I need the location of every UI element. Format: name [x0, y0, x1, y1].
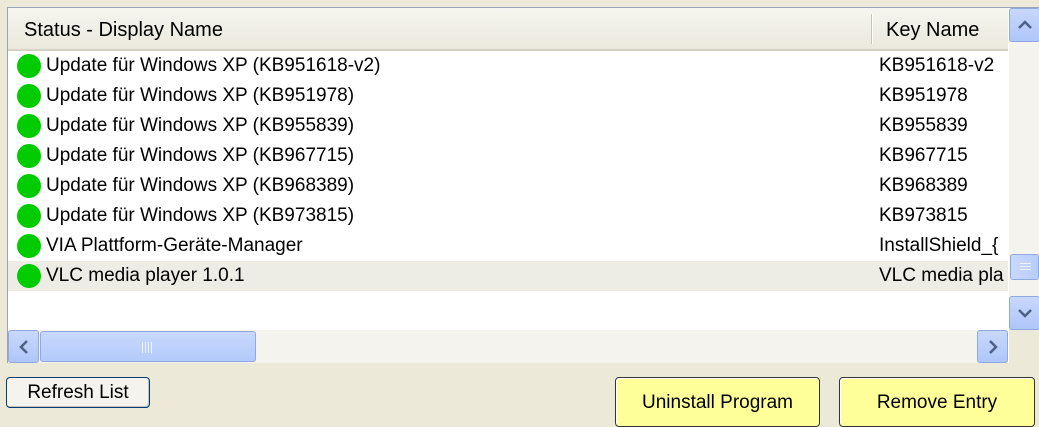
column-header-display-name[interactable]: Status - Display Name	[8, 8, 872, 49]
program-list[interactable]: Status - Display Name Key Name Update fü…	[7, 7, 1039, 363]
vertical-scroll-thumb[interactable]	[1010, 254, 1039, 280]
list-header: Status - Display Name Key Name	[8, 8, 1008, 51]
display-name-cell: Update für Windows XP (KB951618-v2)	[46, 55, 381, 76]
green-status-icon	[17, 174, 41, 198]
green-status-icon	[17, 144, 41, 168]
display-name-cell: Update für Windows XP (KB951978)	[46, 85, 355, 106]
chevron-up-icon	[1017, 20, 1032, 29]
display-name-cell: Update für Windows XP (KB955839)	[46, 115, 355, 136]
key-name-cell: InstallShield_{	[879, 235, 999, 256]
scroll-down-button[interactable]	[1009, 296, 1039, 330]
remove-entry-button[interactable]: Remove Entry	[839, 377, 1035, 427]
vertical-scrollbar[interactable]	[1009, 8, 1039, 330]
key-name-cell: VLC media pla	[879, 265, 1004, 286]
green-status-icon	[17, 204, 41, 228]
key-name-cell: KB951618-v2	[879, 55, 995, 76]
table-row[interactable]: Update für Windows XP (KB973815) KB97381…	[8, 201, 1008, 231]
chevron-left-icon	[18, 339, 28, 354]
grip-line	[151, 342, 152, 353]
green-status-icon	[17, 234, 41, 258]
grip-line	[145, 342, 146, 353]
display-name-cell: Update für Windows XP (KB973815)	[46, 205, 355, 226]
column-header-key-name[interactable]: Key Name	[874, 8, 1008, 49]
grip-line	[1020, 263, 1031, 264]
key-name-cell: KB967715	[879, 145, 968, 166]
display-name-cell: Update für Windows XP (KB967715)	[46, 145, 355, 166]
table-row[interactable]: Update für Windows XP (KB951618-v2) KB95…	[8, 51, 1008, 81]
grip-line	[148, 342, 149, 353]
display-name-cell: VLC media player 1.0.1	[46, 265, 245, 286]
scroll-right-button[interactable]	[977, 330, 1008, 363]
green-status-icon	[17, 264, 41, 288]
key-name-cell: KB968389	[879, 175, 968, 196]
list-rows: Update für Windows XP (KB951618-v2) KB95…	[8, 51, 1008, 291]
grip-line	[1020, 266, 1031, 267]
scroll-left-button[interactable]	[8, 330, 39, 363]
table-row[interactable]: VIA Plattform-Geräte-Manager InstallShie…	[8, 231, 1008, 261]
refresh-list-button[interactable]: Refresh List	[6, 377, 150, 408]
table-row[interactable]: Update für Windows XP (KB951978) KB95197…	[8, 81, 1008, 111]
key-name-cell: KB951978	[879, 85, 968, 106]
table-row-selected[interactable]: VLC media player 1.0.1 VLC media pla	[8, 261, 1008, 291]
display-name-cell: VIA Plattform-Geräte-Manager	[46, 235, 303, 256]
chevron-down-icon	[1017, 309, 1032, 318]
horizontal-scrollbar[interactable]	[8, 330, 1008, 363]
table-row[interactable]: Update für Windows XP (KB955839) KB95583…	[8, 111, 1008, 141]
key-name-cell: KB955839	[879, 115, 968, 136]
uninstall-program-button[interactable]: Uninstall Program	[615, 377, 820, 427]
green-status-icon	[17, 54, 41, 78]
table-row[interactable]: Update für Windows XP (KB967715) KB96771…	[8, 141, 1008, 171]
green-status-icon	[17, 84, 41, 108]
grip-line	[1020, 269, 1031, 270]
horizontal-scroll-thumb[interactable]	[40, 331, 256, 362]
grip-line	[142, 342, 143, 353]
display-name-cell: Update für Windows XP (KB968389)	[46, 175, 355, 196]
column-separator[interactable]	[871, 14, 872, 44]
scroll-up-button[interactable]	[1009, 8, 1039, 42]
chevron-right-icon	[988, 339, 998, 354]
scrollbar-corner	[1009, 330, 1039, 363]
table-row[interactable]: Update für Windows XP (KB968389) KB96838…	[8, 171, 1008, 201]
key-name-cell: KB973815	[879, 205, 968, 226]
green-status-icon	[17, 114, 41, 138]
